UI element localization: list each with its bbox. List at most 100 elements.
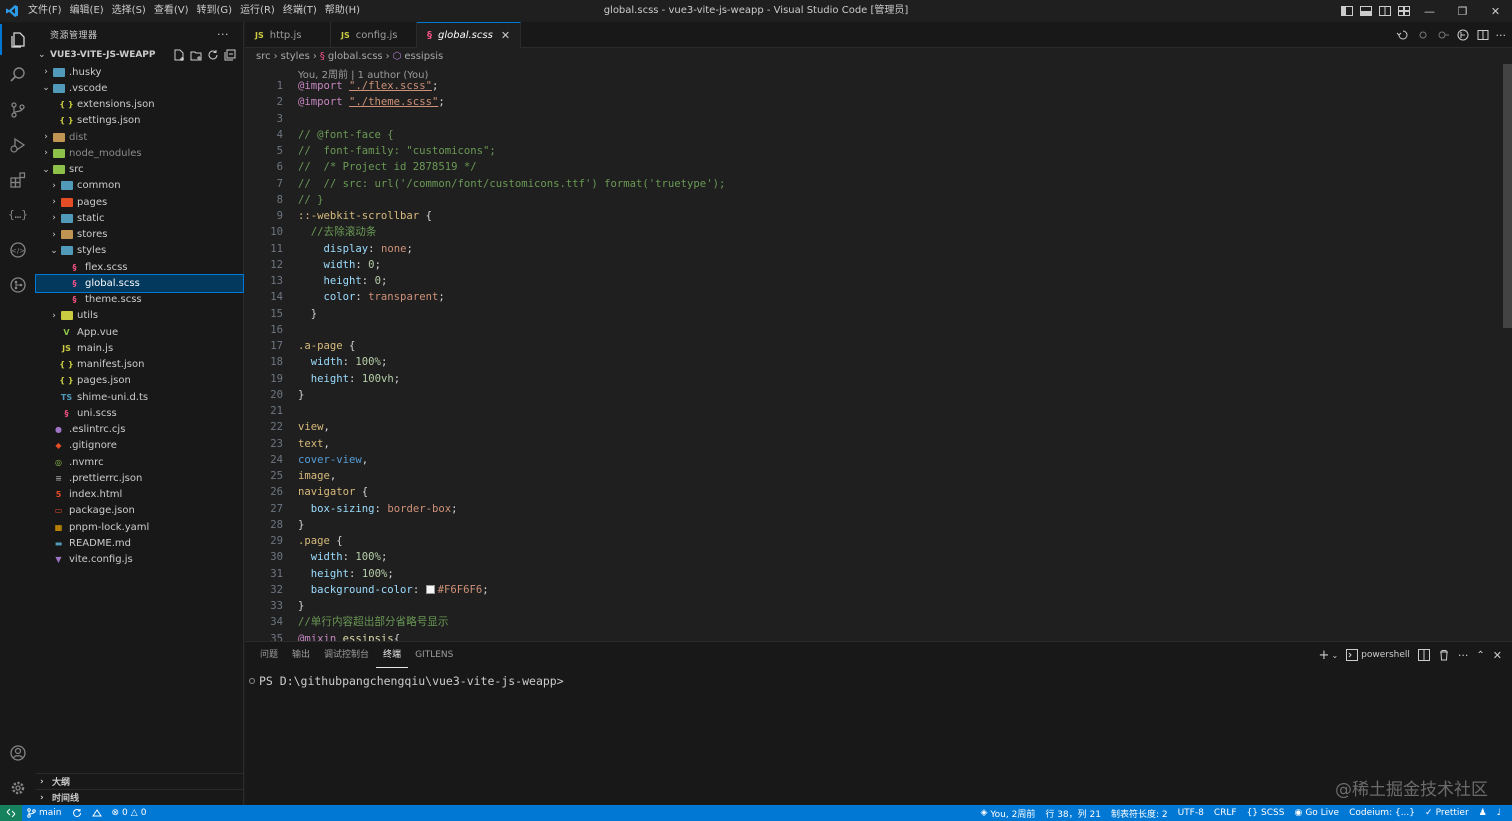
- editor-more-icon[interactable]: ···: [1496, 29, 1507, 42]
- encoding[interactable]: UTF-8: [1173, 808, 1209, 818]
- breadcrumb-item[interactable]: src: [256, 51, 271, 62]
- close-window-button[interactable]: ✕: [1479, 0, 1512, 22]
- new-file-icon[interactable]: [172, 48, 186, 62]
- breadcrumb-item[interactable]: global.scss: [328, 51, 383, 62]
- tree-item-vite-config-js[interactable]: ▼ vite.config.js: [36, 552, 243, 568]
- remote-indicator-icon[interactable]: [0, 805, 22, 821]
- split-editor-icon[interactable]: [1476, 28, 1490, 42]
- tree-item-styles[interactable]: ⌄ styles: [36, 243, 243, 259]
- tab-size[interactable]: 制表符长度: 2: [1106, 807, 1173, 820]
- source-control-icon[interactable]: [0, 92, 36, 127]
- go-live[interactable]: ◉ Go Live: [1289, 808, 1344, 818]
- tree-item-theme-scss[interactable]: § theme.scss: [36, 292, 243, 308]
- panel-tab[interactable]: 终端: [376, 642, 409, 668]
- menu-item[interactable]: 查看(V): [150, 0, 193, 22]
- next-change-icon[interactable]: [1436, 28, 1450, 42]
- tree-item-main-js[interactable]: JS main.js: [36, 340, 243, 356]
- toggle-primary-sidebar-icon[interactable]: [1337, 0, 1356, 22]
- manage-gear-icon[interactable]: [0, 770, 36, 805]
- timeline-section[interactable]: › 时间线: [36, 789, 243, 805]
- tree-item-settings-json[interactable]: { } settings.json: [36, 113, 243, 129]
- menu-item[interactable]: 帮助(H): [321, 0, 364, 22]
- open-changes-icon[interactable]: [1396, 28, 1410, 42]
- code-editor[interactable]: You, 2周前 | 1 author (You) 1 2 3 4 5 6 7 8 9 10 11 1…: [245, 64, 1512, 641]
- notifications-bell-icon[interactable]: ♩: [1492, 808, 1506, 818]
- search-icon[interactable]: [0, 57, 36, 92]
- tree-item-pages-json[interactable]: { } pages.json: [36, 373, 243, 389]
- breadcrumb-item[interactable]: styles: [281, 51, 310, 62]
- toggle-panel-icon[interactable]: [1356, 0, 1375, 22]
- accounts-icon[interactable]: [0, 735, 36, 770]
- restore-button[interactable]: ❐: [1446, 0, 1479, 22]
- panel-tab[interactable]: GITLENS: [408, 642, 460, 668]
- collapse-all-icon[interactable]: [223, 48, 237, 62]
- panel-more-icon[interactable]: ···: [1458, 649, 1469, 662]
- minimize-button[interactable]: —: [1413, 0, 1446, 22]
- live-share-icon[interactable]: [87, 808, 107, 818]
- tab-config-js[interactable]: JS config.js: [331, 22, 417, 48]
- customize-layout-icon[interactable]: [1394, 0, 1413, 22]
- tree-item-static[interactable]: › static: [36, 210, 243, 226]
- tree-item-node-modules[interactable]: › node_modules: [36, 145, 243, 161]
- menu-item[interactable]: 运行(R): [236, 0, 279, 22]
- panel-tab[interactable]: 调试控制台: [317, 642, 376, 668]
- tree-item-prettierrc-json[interactable]: ≡ .prettierrc.json: [36, 470, 243, 486]
- menu-item[interactable]: 编辑(E): [66, 0, 108, 22]
- tree-item-dist[interactable]: › dist: [36, 129, 243, 145]
- tree-item-nvmrc[interactable]: ◎ .nvmrc: [36, 454, 243, 470]
- previous-change-icon[interactable]: [1416, 28, 1430, 42]
- tab-global-scss[interactable]: § global.scss ✕: [417, 22, 522, 48]
- tree-item-index-html[interactable]: 5 index.html: [36, 487, 243, 503]
- tree-item-extensions-json[interactable]: { } extensions.json: [36, 97, 243, 113]
- tree-item-app-vue[interactable]: V App.vue: [36, 324, 243, 340]
- tree-item-uni-scss[interactable]: § uni.scss: [36, 405, 243, 421]
- cursor-position[interactable]: 行 38，列 21: [1040, 807, 1106, 820]
- tree-item-eslintrc-cjs[interactable]: ● .eslintrc.cjs: [36, 422, 243, 438]
- new-folder-icon[interactable]: [189, 48, 203, 62]
- feedback-icon[interactable]: ♟: [1474, 808, 1492, 818]
- chevron-down-icon[interactable]: ⌄: [1331, 651, 1338, 660]
- outline-section[interactable]: › 大纲: [36, 773, 243, 789]
- terminal-name[interactable]: powershell: [1361, 650, 1410, 660]
- close-tab-icon[interactable]: ✕: [501, 29, 510, 42]
- menu-item[interactable]: 文件(F): [24, 0, 66, 22]
- tree-item-vscode[interactable]: ⌄ .vscode: [36, 80, 243, 96]
- tree-item-flex-scss[interactable]: § flex.scss: [36, 259, 243, 275]
- tree-item-common[interactable]: › common: [36, 178, 243, 194]
- editor-scrollbar[interactable]: [1502, 64, 1512, 641]
- prettier-status[interactable]: ✓ Prettier: [1420, 808, 1474, 818]
- tree-item-gitignore[interactable]: ◆ .gitignore: [36, 438, 243, 454]
- problems-status[interactable]: ⊗ 0 △ 0: [107, 808, 152, 818]
- extensions-icon[interactable]: [0, 162, 36, 197]
- remote-explorer-icon[interactable]: </>: [0, 232, 36, 267]
- menu-item[interactable]: 选择(S): [108, 0, 150, 22]
- code-content[interactable]: @import "./flex.scss"; @import "./theme.s…: [298, 78, 725, 641]
- tree-item-stores[interactable]: › stores: [36, 227, 243, 243]
- tree-item-readme-md[interactable]: ▬ README.md: [36, 535, 243, 551]
- sync-icon[interactable]: [67, 808, 87, 818]
- eol[interactable]: CRLF: [1209, 808, 1242, 818]
- color-swatch[interactable]: [425, 584, 435, 594]
- run-debug-icon[interactable]: [0, 127, 36, 162]
- tree-item-package-json[interactable]: ▭ package.json: [36, 503, 243, 519]
- gitlens-blame-icon[interactable]: [1456, 28, 1470, 42]
- new-terminal-icon[interactable]: +: [1319, 648, 1330, 663]
- trash-icon[interactable]: [1438, 649, 1450, 661]
- terminal-output[interactable]: PS D:\githubpangchengqiu\vue3-vite-js-we…: [249, 674, 564, 688]
- branch-status[interactable]: main: [22, 808, 67, 818]
- breadcrumb-item[interactable]: essipsis: [404, 51, 443, 62]
- toggle-secondary-sidebar-icon[interactable]: [1375, 0, 1394, 22]
- maximize-panel-icon[interactable]: ⌃: [1476, 650, 1484, 661]
- tree-item-manifest-json[interactable]: { } manifest.json: [36, 357, 243, 373]
- tree-item-src[interactable]: ⌄ src: [36, 162, 243, 178]
- json-braces-icon[interactable]: {…}: [0, 197, 36, 232]
- menu-item[interactable]: 终端(T): [279, 0, 321, 22]
- panel-tab[interactable]: 问题: [253, 642, 285, 668]
- blame-status[interactable]: ◈ You, 2周前: [975, 807, 1040, 820]
- explorer-more-icon[interactable]: ···: [217, 28, 229, 41]
- close-panel-icon[interactable]: ✕: [1493, 649, 1502, 662]
- tree-item-shime-uni-d-ts[interactable]: TS shime-uni.d.ts: [36, 389, 243, 405]
- gitlens-icon[interactable]: [0, 267, 36, 302]
- panel-tab[interactable]: 输出: [285, 642, 317, 668]
- tree-item-pnpm-lock-yaml[interactable]: ▦ pnpm-lock.yaml: [36, 519, 243, 535]
